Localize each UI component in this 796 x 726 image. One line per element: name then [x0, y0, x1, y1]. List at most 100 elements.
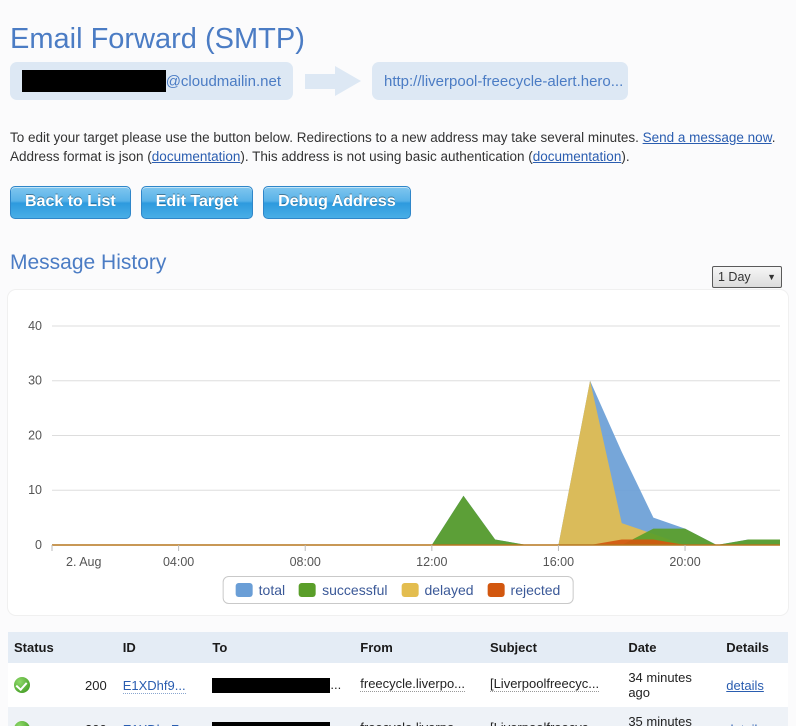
table-head: Status ID To From Subject Date Details — [8, 632, 788, 663]
column-header-id: ID — [116, 632, 207, 663]
series-area-total — [52, 380, 780, 545]
send-a-message-now-link[interactable]: Send a message now — [643, 130, 772, 145]
message-id-link[interactable]: E1XDheZ... — [122, 721, 190, 726]
time-range-value: 1 Day — [718, 270, 751, 284]
legend-item-rejected[interactable]: rejected — [487, 582, 561, 598]
edit-target-button[interactable]: Edit Target — [140, 186, 254, 219]
cell-from: freecycle.liverpo... — [354, 707, 484, 726]
cell-date-text: 35 minutes ago — [628, 714, 692, 726]
cell-to: ... — [206, 663, 355, 707]
y-axis-tick-10: 10 — [28, 483, 42, 497]
cell-subject: [Liverpoolfreecyc... — [483, 663, 623, 707]
success-check-icon — [14, 721, 30, 726]
description-text: To edit your target please use the butto… — [10, 128, 790, 166]
legend-label: successful — [322, 582, 388, 598]
column-header-subject: Subject — [483, 632, 623, 663]
message-table-wrapper: Status ID To From Subject Date Details 2… — [8, 632, 788, 726]
cell-date: 34 minutes ago — [622, 663, 721, 707]
cell-subject-text: [Liverpoolfreecyc... — [490, 720, 599, 726]
description-line1-b: . — [771, 130, 776, 145]
cell-status-code: 200 — [69, 707, 117, 726]
description-line2-a: Address format is json ( — [10, 149, 152, 164]
legend-label: delayed — [424, 582, 474, 598]
target-address-pill: http://liverpool-freecycle-alert.hero... — [372, 62, 628, 100]
series-area-successful — [52, 495, 780, 545]
documentation-link-auth[interactable]: documentation — [533, 149, 622, 164]
action-button-row: Back to List Edit Target Debug Address — [10, 186, 411, 219]
x-axis-tick-4: 16:00 — [543, 555, 574, 569]
y-axis-tick-20: 20 — [28, 428, 42, 442]
legend-item-delayed[interactable]: delayed — [401, 582, 474, 598]
cell-from: freecycle.liverpo... — [354, 663, 484, 707]
cell-status — [8, 707, 70, 726]
arrow-right-icon — [293, 66, 372, 96]
table-body: 200 E1XDhf9...... freecycle.liverpo... [Liv… — [8, 663, 788, 726]
table-row[interactable]: 200 E1XDhf9...... freecycle.liverpo... [Liv… — [8, 663, 788, 707]
redacted-recipient — [212, 722, 331, 726]
legend-swatch-delayed — [401, 583, 419, 597]
column-header-code — [69, 632, 117, 663]
column-header-to: To — [206, 632, 355, 663]
chevron-down-icon: ▼ — [767, 272, 776, 282]
back-to-list-button[interactable]: Back to List — [10, 186, 131, 219]
description-line2-c: ). — [621, 149, 630, 164]
legend-label: rejected — [510, 582, 561, 598]
description-line1-a: To edit your target please use the butto… — [10, 130, 643, 145]
table-header-row: Status ID To From Subject Date Details — [8, 632, 788, 663]
column-header-from: From — [354, 632, 484, 663]
legend-item-total[interactable]: total — [235, 582, 286, 598]
details-link[interactable]: details — [726, 678, 764, 693]
cell-date: 35 minutes ago — [622, 707, 721, 726]
x-axis-tick-1: 04:00 — [163, 555, 194, 569]
column-header-date: Date — [622, 632, 721, 663]
success-check-icon — [14, 677, 30, 694]
address-row: @cloudmailin.net http://liverpool-freecy… — [10, 62, 628, 100]
message-id-link[interactable]: E1XDhf9... — [122, 677, 186, 694]
column-header-details: Details — [720, 632, 788, 663]
cell-from-text: freecycle.liverpo... — [360, 720, 465, 726]
cell-details: details — [720, 663, 788, 707]
x-axis-tick-5: 20:00 — [669, 555, 700, 569]
chart-legend: total successful delayed rejected — [222, 576, 574, 604]
redacted-local-part — [22, 70, 166, 92]
legend-label: total — [258, 582, 286, 598]
cell-date-text: 34 minutes ago — [628, 670, 692, 700]
cell-id: E1XDheZ... — [116, 707, 207, 726]
x-axis-tick-3: 12:00 — [416, 555, 447, 569]
legend-swatch-successful — [299, 583, 317, 597]
message-history-chart: 0 10 20 30 40 2. Aug 04:00 08:00 12:00 16:00 20:00 — [28, 319, 780, 569]
source-address-domain: @cloudmailin.net — [165, 72, 281, 90]
series-area-delayed — [52, 380, 780, 545]
page-title: Email Forward (SMTP) — [10, 23, 305, 56]
legend-swatch-total — [235, 583, 253, 597]
time-range-select[interactable]: 1 Day ▼ — [712, 266, 782, 288]
redacted-recipient — [212, 678, 331, 694]
details-link[interactable]: details — [726, 722, 764, 726]
legend-swatch-rejected — [487, 583, 505, 597]
column-header-status: Status — [8, 632, 70, 663]
cell-from-text: freecycle.liverpo... — [360, 675, 466, 692]
cell-status — [8, 663, 70, 707]
cell-id: E1XDhf9... — [116, 663, 207, 707]
table-row[interactable]: 200 E1XDheZ...... freecycle.liverpo... [Liv… — [8, 707, 788, 726]
cell-details: details — [720, 707, 788, 726]
debug-address-button[interactable]: Debug Address — [263, 186, 411, 219]
x-axis-tick-2: 08:00 — [290, 555, 321, 569]
legend-item-successful[interactable]: successful — [299, 582, 387, 598]
message-history-table: Status ID To From Subject Date Details 2… — [8, 632, 788, 726]
x-axis-tick-0: 2. Aug — [66, 555, 101, 569]
cell-status-code: 200 — [69, 663, 117, 707]
documentation-link-format[interactable]: documentation — [152, 149, 241, 164]
source-address-pill: @cloudmailin.net — [10, 62, 293, 100]
message-history-heading: Message History — [10, 251, 167, 275]
cell-to-ellipsis: ... — [330, 676, 342, 692]
cell-to-ellipsis: ... — [330, 721, 341, 726]
cell-subject: [Liverpoolfreecyc... — [483, 707, 623, 726]
y-axis-tick-30: 30 — [28, 374, 42, 388]
y-axis-tick-0: 0 — [35, 538, 42, 552]
description-line2-b: ). This address is not using basic authe… — [240, 149, 533, 164]
page-root: Email Forward (SMTP) @cloudmailin.net ht… — [0, 0, 796, 726]
cell-subject-text: [Liverpoolfreecyc... — [489, 675, 600, 692]
message-history-chart-card: 0 10 20 30 40 2. Aug 04:00 08:00 12:00 16:00 20:00… — [8, 290, 788, 615]
cell-to: ... — [206, 707, 355, 726]
